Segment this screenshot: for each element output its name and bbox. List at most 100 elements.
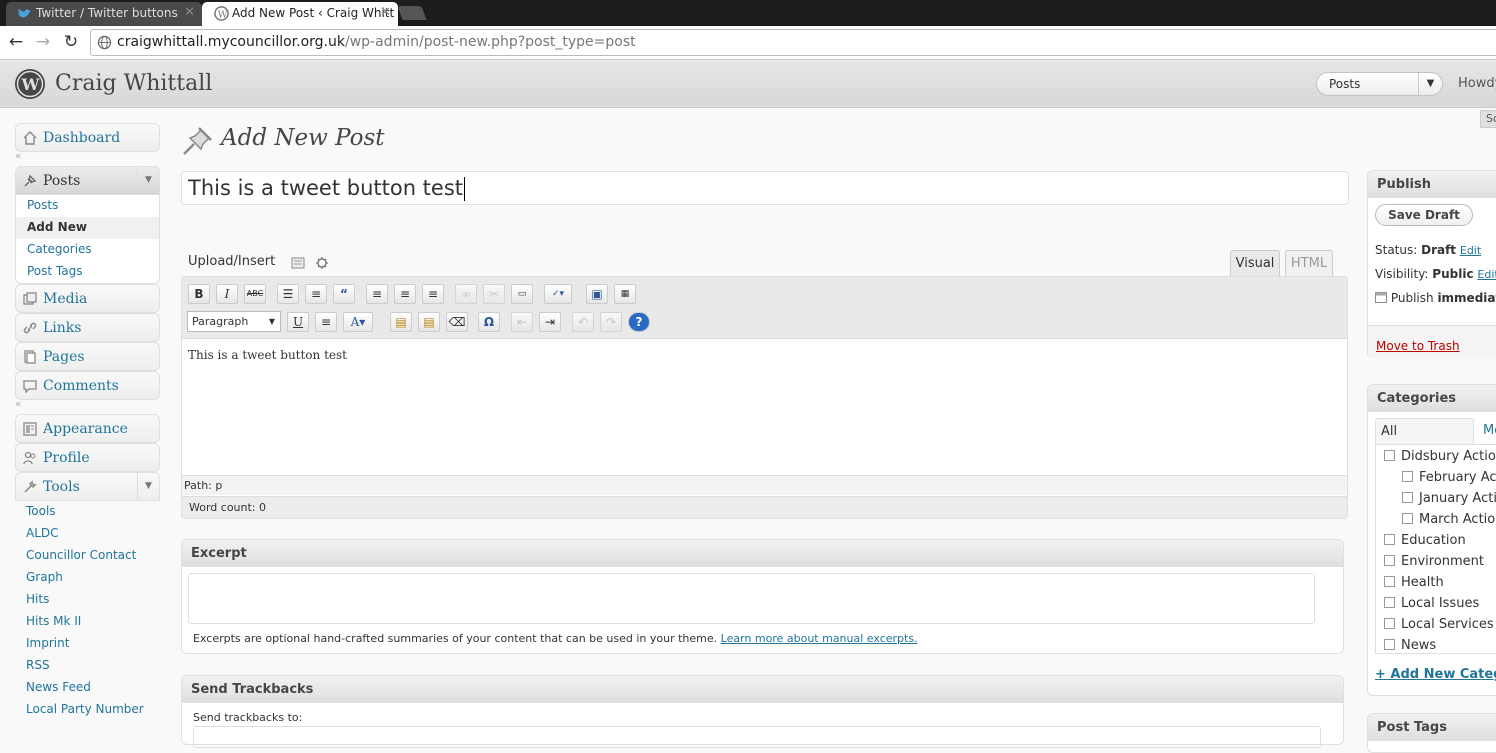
category-item[interactable]: Environment [1384,554,1484,569]
chevron-down-icon[interactable]: ▼ [1418,73,1442,95]
save-draft-button[interactable]: Save Draft [1375,204,1473,226]
fullscreen-icon[interactable]: ▣ [586,284,608,304]
menu-pages[interactable]: Pages [15,342,160,371]
align-center-icon[interactable]: ≡ [394,284,416,304]
add-media-gear-icon[interactable] [315,256,329,270]
chevron-down-icon[interactable]: ▼ [137,167,159,194]
forward-arrow-icon[interactable]: → [33,33,53,53]
underline-icon[interactable]: U [287,312,309,332]
favorite-actions-dropdown[interactable]: Posts ▼ [1316,72,1443,96]
menu-dashboard[interactable]: Dashboard [15,123,160,152]
editor-content[interactable]: This is a tweet button test [188,348,347,362]
back-arrow-icon[interactable]: ← [6,33,26,53]
category-checkbox[interactable] [1402,492,1413,503]
tab-all-categories[interactable]: All Categories [1375,418,1474,464]
menu-media[interactable]: Media [15,284,160,313]
indent-icon[interactable]: ⇥ [539,312,561,332]
browser-tab-twitter[interactable]: Twitter / Twitter buttons ✕ [6,2,202,26]
menu-comments[interactable]: Comments [15,371,160,400]
trackbacks-title[interactable]: Send Trackbacks [182,676,1343,703]
menu-separator[interactable]: « [15,151,160,164]
blockquote-icon[interactable]: “ [333,284,355,304]
menu-posts[interactable]: Posts ▼ [15,166,160,195]
submenu-item-add-new[interactable]: Add New [16,217,159,239]
italic-icon[interactable]: I [216,284,238,304]
categories-title[interactable]: Categories [1368,385,1496,412]
submenu-item-hits[interactable]: Hits [15,589,160,611]
category-checkbox[interactable] [1384,576,1395,587]
category-checkbox[interactable] [1384,534,1395,545]
tab-most-used[interactable]: Mo [1478,418,1496,445]
bullet-list-icon[interactable]: ☰ [277,284,299,304]
publish-title[interactable]: Publish [1368,171,1496,198]
menu-profile[interactable]: Profile [15,443,160,472]
strikethrough-icon[interactable]: ABC [244,284,266,304]
bold-icon[interactable]: B [188,284,210,304]
category-item[interactable]: Education [1384,533,1466,548]
submenu-item-imprint[interactable]: Imprint [15,633,160,655]
submenu-item-tools[interactable]: Tools [15,501,160,523]
site-title[interactable]: Craig Whittall [55,71,212,96]
format-select[interactable]: Paragraph ▼ [187,311,281,332]
status-edit-link[interactable]: Edit [1460,244,1481,257]
menu-tools[interactable]: Tools ▼ [15,472,160,501]
unlink-icon[interactable]: ✂ [483,284,505,304]
submenu-item-hits-mk-ii[interactable]: Hits Mk II [15,611,160,633]
chevron-down-icon[interactable]: ▼ [264,312,280,331]
undo-icon[interactable]: ↶ [572,312,594,332]
category-item[interactable]: Didsbury Action [1384,449,1496,464]
paste-word-icon[interactable]: ▤ [418,312,440,332]
menu-separator[interactable]: « [15,399,160,412]
reload-icon[interactable]: ↻ [61,33,81,53]
special-character-icon[interactable]: Ω [478,312,500,332]
category-item[interactable]: January Actio [1402,491,1496,506]
close-tab-icon[interactable]: ✕ [184,2,195,24]
add-new-category-link[interactable]: + Add New Categor [1375,667,1496,682]
menu-appearance[interactable]: Appearance [15,414,160,443]
submenu-item-councillor-contact[interactable]: Councillor Contact [15,545,160,567]
numbered-list-icon[interactable]: ≡ [305,284,327,304]
new-tab-button[interactable] [397,6,427,20]
post-title-input[interactable]: This is a tweet button test [181,171,1349,205]
category-checkbox[interactable] [1384,618,1395,629]
address-bar[interactable]: craigwhittall.mycouncillor.org.uk/wp-adm… [90,29,1496,56]
category-item[interactable]: Local Services [1384,617,1494,632]
category-checkbox[interactable] [1402,513,1413,524]
category-checkbox[interactable] [1384,450,1395,461]
add-image-icon[interactable] [291,256,305,270]
category-checkbox[interactable] [1384,597,1395,608]
justify-icon[interactable]: ≡ [315,312,337,332]
submenu-item-graph[interactable]: Graph [15,567,160,589]
outdent-icon[interactable]: ⇤ [511,312,533,332]
category-item[interactable]: News [1384,638,1436,653]
category-checkbox[interactable] [1402,471,1413,482]
menu-links[interactable]: Links [15,313,160,342]
submenu-item-rss[interactable]: RSS [15,655,160,677]
remove-format-icon[interactable]: ⌫ [446,312,468,332]
close-tab-icon[interactable]: ✕ [380,2,391,24]
kitchen-sink-icon[interactable]: ▦ [614,284,636,304]
tab-html[interactable]: HTML [1285,250,1333,276]
insert-link-icon[interactable]: ∞ [455,284,477,304]
submenu-item-post-tags[interactable]: Post Tags [16,261,159,283]
post-tags-title[interactable]: Post Tags [1368,714,1496,741]
chevron-down-icon[interactable]: ▼ [137,473,159,500]
submenu-item-aldc[interactable]: ALDC [15,523,160,545]
align-left-icon[interactable]: ≡ [366,284,388,304]
category-item[interactable]: February Ac [1402,470,1496,485]
text-color-icon[interactable]: A▾ [343,312,373,332]
category-item[interactable]: Health [1384,575,1444,590]
excerpt-title[interactable]: Excerpt [182,540,1343,567]
category-item[interactable]: Local Issues [1384,596,1479,611]
insert-more-icon[interactable]: ▭ [511,284,533,304]
browser-tab-add-new-post[interactable]: W Add New Post ‹ Craig Whitt ✕ [202,2,398,26]
paste-text-icon[interactable]: ▤ [390,312,412,332]
tab-visual[interactable]: Visual [1230,250,1280,276]
submenu-item-categories[interactable]: Categories [16,239,159,261]
category-checkbox[interactable] [1384,639,1395,650]
category-checkbox[interactable] [1384,555,1395,566]
help-icon[interactable]: ? [628,312,650,332]
submenu-item-posts[interactable]: Posts [16,195,159,217]
submenu-item-local-party-number[interactable]: Local Party Number [15,699,160,721]
trackbacks-input[interactable] [193,726,1321,748]
